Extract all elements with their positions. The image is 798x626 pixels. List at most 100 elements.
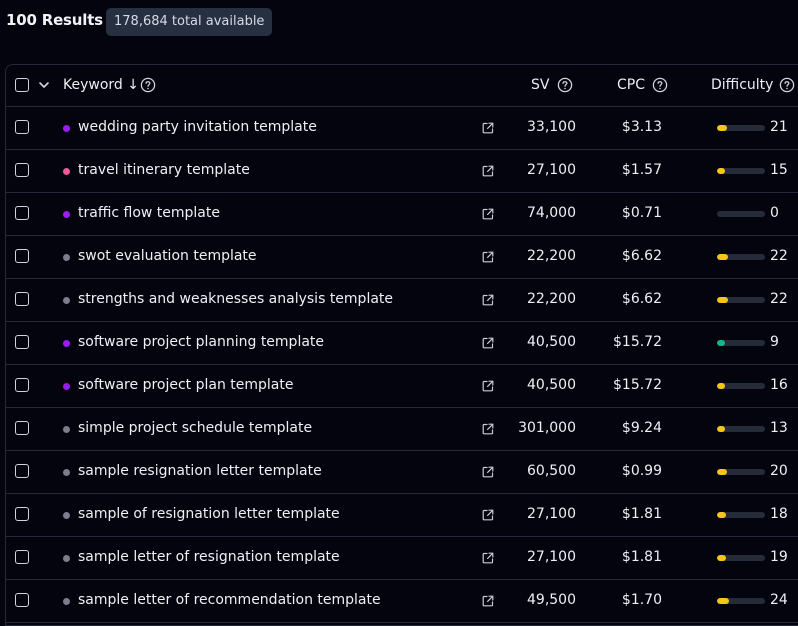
- row-checkbox[interactable]: [15, 163, 29, 177]
- difficulty-value: 0: [770, 205, 779, 221]
- difficulty-value: 18: [770, 506, 788, 522]
- table-row[interactable]: travel itinerary template 27,100 $1.57 15: [6, 150, 798, 193]
- difficulty-bar-fill: [717, 469, 727, 475]
- table-row[interactable]: software project planning template 40,500…: [6, 322, 798, 365]
- external-link-icon[interactable]: [482, 337, 494, 349]
- search-volume-value: 301,000: [518, 420, 576, 436]
- results-title: 100 Results: [6, 11, 103, 29]
- difficulty-bar-fill: [717, 340, 725, 346]
- external-link-icon[interactable]: [482, 595, 494, 607]
- cpc-value: $9.24: [621, 420, 662, 436]
- cpc-value: $1.81: [621, 506, 662, 522]
- keyword-intent-dot: [63, 168, 70, 175]
- keyword-text[interactable]: traffic flow template: [78, 205, 220, 221]
- table-row[interactable]: traffic flow template 74,000 $0.71 0: [6, 193, 798, 236]
- column-header-cpc[interactable]: CPC: [617, 77, 645, 93]
- chevron-down-icon[interactable]: [36, 77, 52, 93]
- keyword-text[interactable]: wedding party invitation template: [78, 119, 317, 135]
- column-header-difficulty[interactable]: Difficulty: [711, 77, 773, 93]
- cpc-value: $1.81: [621, 549, 662, 565]
- cpc-value: $15.72: [613, 377, 662, 393]
- column-header-sv[interactable]: SV: [531, 77, 549, 93]
- external-link-icon[interactable]: [482, 251, 494, 263]
- search-volume-value: 74,000: [527, 205, 576, 221]
- table-row[interactable]: sample letter of recommendation template…: [6, 580, 798, 623]
- difficulty-bar: [717, 254, 765, 260]
- table-row[interactable]: software project plan template 40,500 $15.…: [6, 365, 798, 408]
- difficulty-bar-fill: [717, 426, 725, 432]
- row-checkbox[interactable]: [15, 464, 29, 478]
- difficulty-bar: [717, 168, 765, 174]
- question-circle-icon[interactable]: [557, 77, 573, 93]
- difficulty-bar-fill: [717, 598, 729, 604]
- total-available-badge: 178,684 total available: [106, 8, 273, 36]
- search-volume-value: 40,500: [527, 377, 576, 393]
- keyword-intent-dot: [63, 340, 70, 347]
- external-link-icon[interactable]: [482, 423, 494, 435]
- cpc-value: $6.62: [621, 248, 662, 264]
- keyword-text[interactable]: sample of resignation letter template: [78, 506, 340, 522]
- difficulty-bar-fill: [717, 168, 725, 174]
- row-checkbox[interactable]: [15, 249, 29, 263]
- table-row[interactable]: simple project schedule template 301,000 $…: [6, 408, 798, 451]
- table-row[interactable]: strengths and weaknesses analysis templa…: [6, 279, 798, 322]
- search-volume-value: 27,100: [527, 549, 576, 565]
- difficulty-bar-fill: [717, 125, 728, 131]
- external-link-icon[interactable]: [482, 509, 494, 521]
- external-link-icon[interactable]: [482, 466, 494, 478]
- keyword-text[interactable]: travel itinerary template: [78, 162, 250, 178]
- external-link-icon[interactable]: [482, 208, 494, 220]
- difficulty-bar: [717, 211, 765, 217]
- keyword-text[interactable]: sample letter of resignation template: [78, 549, 340, 565]
- keyword-text[interactable]: software project planning template: [78, 334, 324, 350]
- row-checkbox[interactable]: [15, 206, 29, 220]
- table-row[interactable]: wedding party invitation template 33,100 $…: [6, 107, 798, 150]
- external-link-icon[interactable]: [482, 294, 494, 306]
- question-circle-icon[interactable]: [652, 77, 668, 93]
- difficulty-value: 22: [770, 291, 788, 307]
- external-link-icon[interactable]: [482, 380, 494, 392]
- row-checkbox[interactable]: [15, 421, 29, 435]
- row-checkbox[interactable]: [15, 292, 29, 306]
- search-volume-value: 60,500: [527, 463, 576, 479]
- column-header-keyword[interactable]: Keyword ↓: [63, 77, 139, 93]
- row-checkbox[interactable]: [15, 378, 29, 392]
- row-checkbox[interactable]: [15, 593, 29, 607]
- table-row[interactable]: sample of resignation letter template 27,…: [6, 494, 798, 537]
- keyword-intent-dot: [63, 598, 70, 605]
- keyword-text[interactable]: simple project schedule template: [78, 420, 312, 436]
- row-checkbox[interactable]: [15, 120, 29, 134]
- difficulty-bar: [717, 125, 765, 131]
- question-circle-icon[interactable]: [140, 77, 156, 93]
- search-volume-value: 27,100: [527, 506, 576, 522]
- row-checkbox[interactable]: [15, 550, 29, 564]
- external-link-icon[interactable]: [482, 122, 494, 134]
- row-checkbox[interactable]: [15, 507, 29, 521]
- external-link-icon[interactable]: [482, 165, 494, 177]
- select-all-checkbox[interactable]: [15, 78, 29, 92]
- search-volume-value: 27,100: [527, 162, 576, 178]
- keyword-intent-dot: [63, 469, 70, 476]
- keyword-text[interactable]: swot evaluation template: [78, 248, 257, 264]
- keyword-text[interactable]: software project plan template: [78, 377, 294, 393]
- difficulty-value: 22: [770, 248, 788, 264]
- search-volume-value: 22,200: [527, 248, 576, 264]
- question-circle-icon[interactable]: [779, 77, 795, 93]
- cpc-value: $0.99: [621, 463, 662, 479]
- keyword-intent-dot: [63, 297, 70, 304]
- table-header: Keyword ↓ SV CPC Difficulty: [6, 65, 798, 107]
- external-link-icon[interactable]: [482, 552, 494, 564]
- difficulty-value: 9: [770, 334, 779, 350]
- table-row[interactable]: sample resignation letter template 60,500…: [6, 451, 798, 494]
- search-volume-value: 40,500: [527, 334, 576, 350]
- difficulty-bar: [717, 555, 765, 561]
- difficulty-bar: [717, 469, 765, 475]
- cpc-value: $1.57: [621, 162, 662, 178]
- keyword-text[interactable]: strengths and weaknesses analysis templa…: [78, 291, 393, 307]
- table-row[interactable]: sample letter of resignation template 27,…: [6, 537, 798, 580]
- difficulty-value: 19: [770, 549, 788, 565]
- row-checkbox[interactable]: [15, 335, 29, 349]
- keyword-intent-dot: [63, 383, 70, 390]
- keyword-text[interactable]: sample resignation letter template: [78, 463, 322, 479]
- table-row[interactable]: swot evaluation template 22,200 $6.62 22: [6, 236, 798, 279]
